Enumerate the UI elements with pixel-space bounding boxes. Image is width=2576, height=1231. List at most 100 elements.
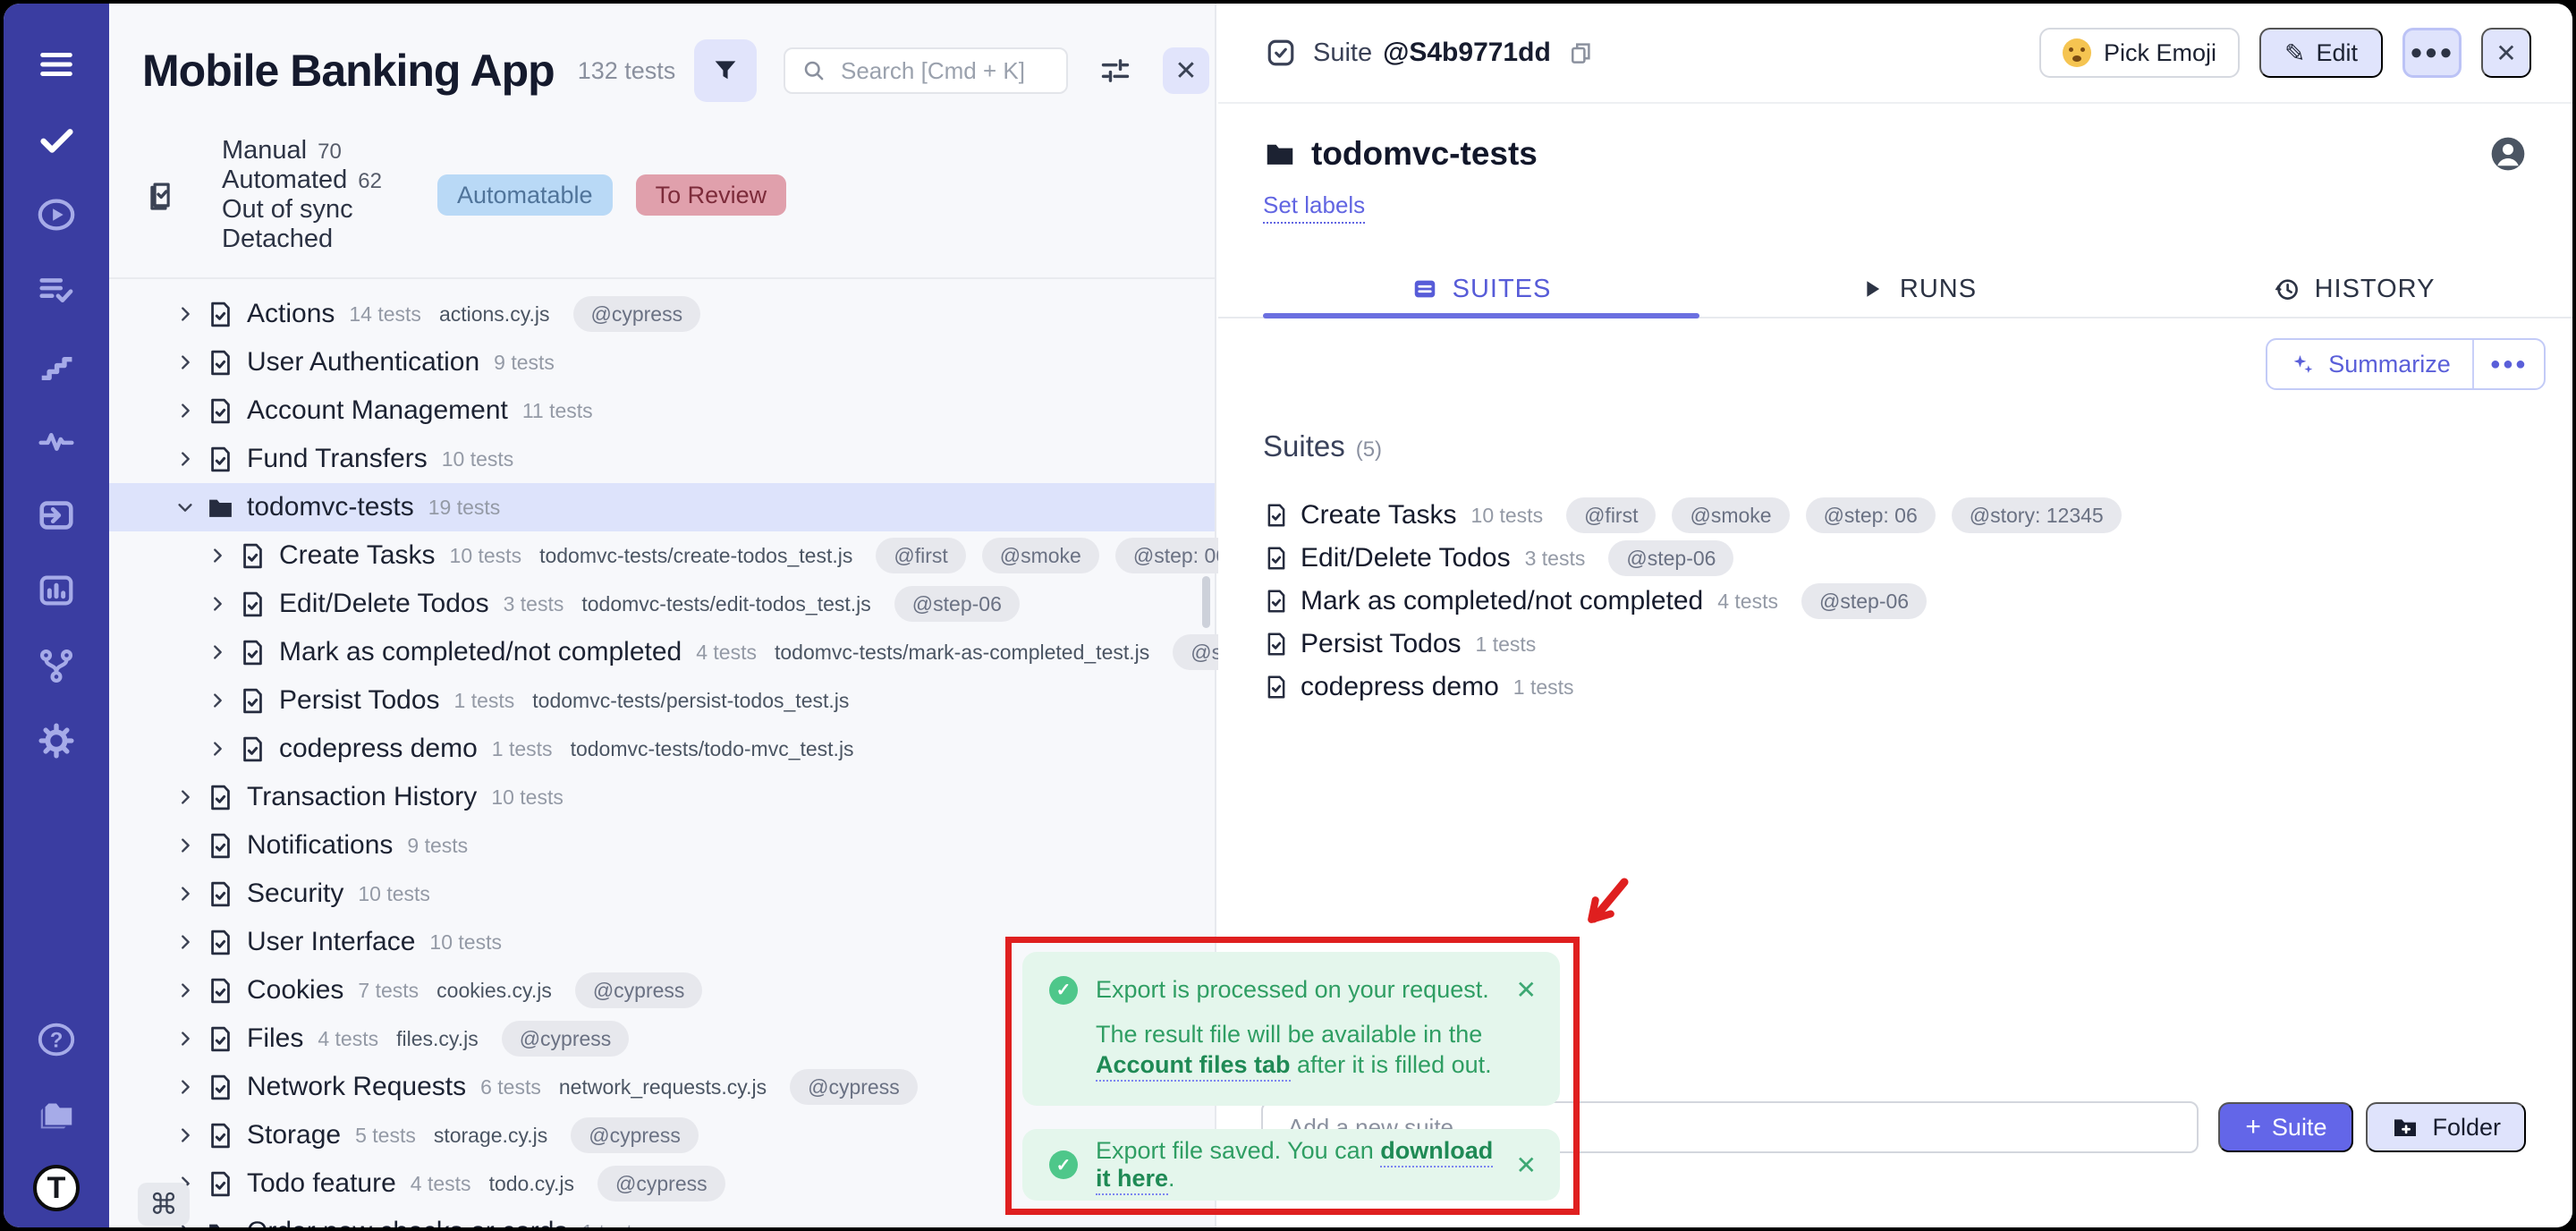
settings-gear-icon[interactable] <box>31 716 81 766</box>
suite-row-count: 3 tests <box>1525 547 1586 571</box>
summarize-button[interactable]: Summarize ●●● <box>2266 338 2546 390</box>
assignee-avatar[interactable] <box>2488 134 2528 174</box>
chevron-right-icon[interactable] <box>175 1125 206 1145</box>
tree-item-label: Edit/Delete Todos <box>279 589 489 619</box>
chevron-right-icon[interactable] <box>208 594 238 614</box>
chevron-right-icon[interactable] <box>175 1077 206 1097</box>
chevron-right-icon[interactable] <box>208 739 238 759</box>
chevron-right-icon[interactable] <box>208 642 238 662</box>
tree-row[interactable]: Transaction History 10 tests <box>109 773 1215 821</box>
tree-row[interactable]: Order new checks or cards 1 tests <box>109 1208 1215 1227</box>
chevron-right-icon[interactable] <box>175 352 206 372</box>
menu-icon[interactable] <box>31 39 81 89</box>
tab-runs[interactable]: RUNS <box>1699 261 2136 317</box>
tree-item-label: Network Requests <box>247 1072 466 1102</box>
pulse-icon[interactable] <box>31 415 81 465</box>
steps-icon[interactable] <box>31 340 81 390</box>
analytics-icon[interactable] <box>31 565 81 616</box>
tree-item-count: 1 tests <box>581 1220 642 1228</box>
tests-check-icon[interactable] <box>31 115 81 165</box>
account-files-tab-link[interactable]: Account files tab <box>1096 1051 1291 1082</box>
more-actions-button[interactable]: ●●● <box>2402 28 2462 78</box>
filter-item-label: Out of sync <box>222 195 353 225</box>
tree-row[interactable]: codepress demo 1 tests todomvc-tests/tod… <box>109 725 1215 773</box>
chevron-right-icon[interactable] <box>208 546 238 565</box>
select-tests-icon[interactable] <box>145 178 179 212</box>
command-key-button[interactable]: ⌘ <box>138 1183 190 1226</box>
add-suite-button[interactable]: + Suite <box>2218 1102 2353 1152</box>
filter-pill-to-review[interactable]: To Review <box>636 174 787 216</box>
tree-row[interactable]: Persist Todos 1 tests todomvc-tests/pers… <box>109 676 1215 725</box>
copy-icon[interactable] <box>1567 39 1594 66</box>
suite-row[interactable]: Edit/Delete Todos 3 tests @step-06 <box>1263 537 2531 580</box>
tree-row[interactable]: Mark as completed/not completed 4 tests … <box>109 628 1215 676</box>
tree-row[interactable]: Account Management 11 tests <box>109 386 1215 435</box>
filter-button[interactable] <box>694 39 757 102</box>
chevron-right-icon[interactable] <box>175 932 206 952</box>
import-icon[interactable] <box>31 490 81 540</box>
add-folder-button[interactable]: Folder <box>2366 1102 2526 1152</box>
summarize-more-icon[interactable]: ●●● <box>2474 340 2544 388</box>
tree-item-label: Account Management <box>247 395 508 426</box>
search-icon <box>801 58 826 83</box>
set-labels-link[interactable]: Set labels <box>1263 191 1365 224</box>
more-icon: ●●● <box>2410 40 2454 65</box>
tree-row[interactable]: User Authentication 9 tests <box>109 338 1215 386</box>
chevron-down-icon[interactable] <box>175 497 206 517</box>
chevron-right-icon[interactable] <box>175 836 206 855</box>
tree-row[interactable]: Edit/Delete Todos 3 tests todomvc-tests/… <box>109 580 1215 628</box>
panel-close-button[interactable]: ✕ <box>1163 47 1209 94</box>
filter-item[interactable]: Manual 70 <box>222 136 382 166</box>
suite-row[interactable]: Mark as completed/not completed 4 tests … <box>1263 580 2531 623</box>
chevron-right-icon[interactable] <box>175 304 206 324</box>
tree-row[interactable]: Create Tasks 10 tests todomvc-tests/crea… <box>109 531 1215 580</box>
tree-row[interactable]: todomvc-tests 19 tests <box>109 483 1215 531</box>
tree-row[interactable]: Fund Transfers 10 tests <box>109 435 1215 483</box>
run-play-icon[interactable] <box>31 190 81 240</box>
tree-row[interactable]: Security 10 tests <box>109 870 1215 918</box>
chevron-right-icon[interactable] <box>175 401 206 420</box>
suites-list: Create Tasks 10 tests @first@smoke@step:… <box>1263 494 2531 709</box>
suite-row[interactable]: Create Tasks 10 tests @first@smoke@step:… <box>1263 494 2531 537</box>
suite-file-icon <box>238 541 274 571</box>
project-title: Mobile Banking App <box>142 45 555 97</box>
filter-item[interactable]: Out of sync <box>222 195 382 225</box>
chevron-right-icon[interactable] <box>208 691 238 710</box>
pencil-icon: ✎ <box>2284 38 2305 68</box>
sliders-icon[interactable] <box>1098 54 1132 88</box>
suite-row[interactable]: codepress demo 1 tests <box>1263 666 2531 709</box>
pick-emoji-button[interactable]: Pick Emoji <box>2039 28 2240 78</box>
toast-close-icon[interactable]: ✕ <box>1516 975 1537 1005</box>
tree-item-label: Cookies <box>247 975 343 1006</box>
scrollbar-thumb[interactable] <box>1202 576 1210 628</box>
close-detail-button[interactable]: ✕ <box>2481 28 2531 78</box>
divider <box>109 277 1215 279</box>
folder-icon <box>206 493 242 522</box>
checklist-icon[interactable] <box>31 265 81 315</box>
tab-history[interactable]: HISTORY <box>2136 261 2572 317</box>
filter-item[interactable]: Automated 62 <box>222 166 382 195</box>
filter-pill-automatable[interactable]: Automatable <box>437 174 613 216</box>
chevron-right-icon[interactable] <box>175 1029 206 1048</box>
tree-item-tags: @cypress <box>575 972 703 1008</box>
plus-icon: + <box>2245 1112 2261 1142</box>
edit-button[interactable]: ✎ Edit <box>2259 28 2383 78</box>
chevron-right-icon[interactable] <box>175 787 206 807</box>
chevron-right-icon[interactable] <box>175 449 206 469</box>
toast-close-icon[interactable]: ✕ <box>1516 1150 1537 1180</box>
branch-icon[interactable] <box>31 641 81 691</box>
filter-item[interactable]: Detached <box>222 225 382 254</box>
search-input[interactable] <box>839 56 1050 86</box>
help-icon[interactable]: ? <box>31 1015 81 1065</box>
suite-file-icon <box>206 396 242 426</box>
tag-pill: @cypress <box>790 1069 918 1105</box>
tree-row[interactable]: Actions 14 tests actions.cy.js @cypress <box>109 290 1215 338</box>
app-logo[interactable]: T <box>33 1165 80 1211</box>
edit-label: Edit <box>2316 39 2358 67</box>
tab-suites[interactable]: SUITES <box>1263 261 1699 317</box>
chevron-right-icon[interactable] <box>175 884 206 904</box>
projects-folder-icon[interactable] <box>31 1090 81 1140</box>
suite-row[interactable]: Persist Todos 1 tests <box>1263 623 2531 666</box>
tree-row[interactable]: Notifications 9 tests <box>109 821 1215 870</box>
chevron-right-icon[interactable] <box>175 981 206 1000</box>
